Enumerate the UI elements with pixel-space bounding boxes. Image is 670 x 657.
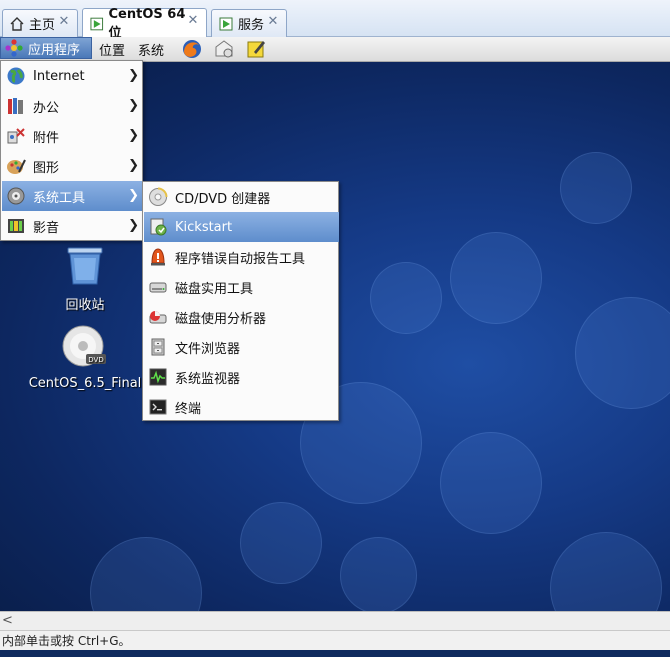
gnome-foot-icon [5, 39, 23, 57]
bottom-strip [0, 650, 670, 657]
disk-analyzer-icon [149, 311, 167, 324]
system-tools-icon [7, 187, 25, 205]
chevron-right-icon: ❯ [128, 188, 139, 203]
cd-icon [149, 187, 168, 206]
system-tools-submenu: CD/DVD 创建器 Kickstart 程序错误自动报告工具 磁盘实用工具 磁… [142, 181, 339, 421]
tab-bar: 主页 ✕ CentOS 64 位 ✕ 服务 ✕ [0, 0, 670, 41]
alert-icon [151, 248, 165, 266]
trash-label: 回收站 [65, 298, 105, 313]
menu-item-disk-utility[interactable]: 磁盘实用工具 [144, 272, 339, 302]
menu-item-label: 附件 [33, 130, 60, 146]
chevron-right-icon: ❯ [128, 68, 139, 83]
office-icon [8, 98, 23, 114]
firefox-launcher[interactable] [180, 38, 204, 60]
vm-icon [219, 17, 233, 30]
applications-label: 应用程序 [28, 42, 81, 58]
disk-icon [149, 282, 167, 293]
places-label: 位置 [99, 43, 126, 59]
system-menu[interactable]: 系统 [132, 37, 170, 61]
dvd-badge: DVD [88, 356, 103, 364]
menu-item-label: 文件浏览器 [175, 341, 241, 357]
menu-item-office[interactable]: 办公 ❯ [2, 91, 143, 121]
tab-centos[interactable]: CentOS 64 位 ✕ [82, 7, 207, 41]
menu-item-label: 程序错误自动报告工具 [175, 251, 306, 267]
menu-item-label: 影音 [33, 220, 60, 236]
tab-label: 服务 [238, 18, 265, 33]
graphics-icon [7, 159, 26, 174]
status-text: 内部单击或按 Ctrl+G。 [2, 634, 131, 648]
mail-launcher[interactable] [212, 38, 236, 60]
firefox-icon [183, 40, 201, 58]
close-icon[interactable]: ✕ [266, 15, 280, 29]
monitor-icon [149, 368, 167, 386]
menu-item-kickstart[interactable]: Kickstart [144, 212, 339, 242]
menu-item-label: 系统工具 [33, 190, 86, 206]
tab-services[interactable]: 服务 ✕ [211, 9, 287, 37]
menu-item-terminal[interactable]: 终端 [144, 392, 339, 422]
system-label: 系统 [138, 43, 165, 59]
dvd-label: CentOS_6.5_Final [28, 376, 142, 391]
status-bar: 内部单击或按 Ctrl+G。 [0, 630, 670, 650]
applications-dropdown: Internet ❯ 办公 ❯ 附件 ❯ 图形 ❯ 系统工具 ❯ 影音 ❯ [0, 60, 143, 241]
note-launcher[interactable] [244, 38, 268, 60]
menu-item-label: 磁盘实用工具 [175, 281, 254, 297]
menu-item-system-monitor[interactable]: 系统监视器 [144, 362, 339, 392]
menu-item-cd-creator[interactable]: CD/DVD 创建器 [144, 182, 339, 212]
desktop-trash[interactable]: 回收站 [40, 242, 130, 313]
chevron-right-icon: ❯ [128, 158, 139, 173]
menu-item-label: 系统监视器 [175, 371, 241, 387]
terminal-icon [149, 399, 167, 415]
menu-item-system-tools[interactable]: 系统工具 ❯ [2, 181, 143, 211]
chevron-right-icon: ❯ [128, 98, 139, 113]
places-menu[interactable]: 位置 [93, 37, 131, 61]
note-edit-icon [247, 41, 265, 58]
menu-item-label: Internet [33, 68, 85, 84]
menu-item-label: 图形 [33, 160, 60, 176]
menu-item-multimedia[interactable]: 影音 ❯ [2, 211, 143, 241]
chevron-right-icon: ❯ [128, 128, 139, 143]
menu-item-label: Kickstart [175, 219, 233, 235]
applications-menu[interactable]: 应用程序 [0, 37, 92, 59]
close-icon[interactable]: ✕ [57, 15, 71, 29]
dvd-icon: DVD [62, 325, 106, 367]
close-icon[interactable]: ✕ [186, 14, 200, 28]
menu-item-disk-analyzer[interactable]: 磁盘使用分析器 [144, 302, 339, 332]
tab-label: 主页 [29, 18, 56, 33]
scroll-left-icon[interactable]: < [2, 613, 16, 629]
horizontal-scrollbar[interactable]: < [0, 611, 670, 630]
globe-icon [7, 67, 25, 85]
vm-icon [90, 17, 104, 30]
multimedia-icon [8, 219, 24, 233]
menu-item-internet[interactable]: Internet ❯ [2, 61, 143, 91]
accessories-icon [7, 128, 25, 144]
menu-item-label: CD/DVD 创建器 [175, 191, 271, 207]
trash-icon [67, 247, 103, 285]
menu-item-graphics[interactable]: 图形 ❯ [2, 151, 143, 181]
chevron-right-icon: ❯ [128, 218, 139, 233]
tab-home[interactable]: 主页 ✕ [2, 9, 78, 37]
kickstart-icon [150, 218, 167, 236]
menu-item-abrt[interactable]: 程序错误自动报告工具 [144, 242, 339, 272]
home-icon [10, 16, 24, 31]
desktop-dvd[interactable]: DVD CentOS_6.5_Final [22, 324, 148, 391]
top-panel: 应用程序 位置 系统 [0, 37, 670, 62]
menu-item-file-browser[interactable]: 文件浏览器 [144, 332, 339, 362]
menu-item-label: 磁盘使用分析器 [175, 311, 267, 327]
file-cabinet-icon [151, 338, 165, 356]
mail-icon [215, 40, 233, 58]
menu-item-label: 终端 [175, 401, 202, 417]
menu-item-accessories[interactable]: 附件 ❯ [2, 121, 143, 151]
menu-item-label: 办公 [33, 100, 60, 116]
